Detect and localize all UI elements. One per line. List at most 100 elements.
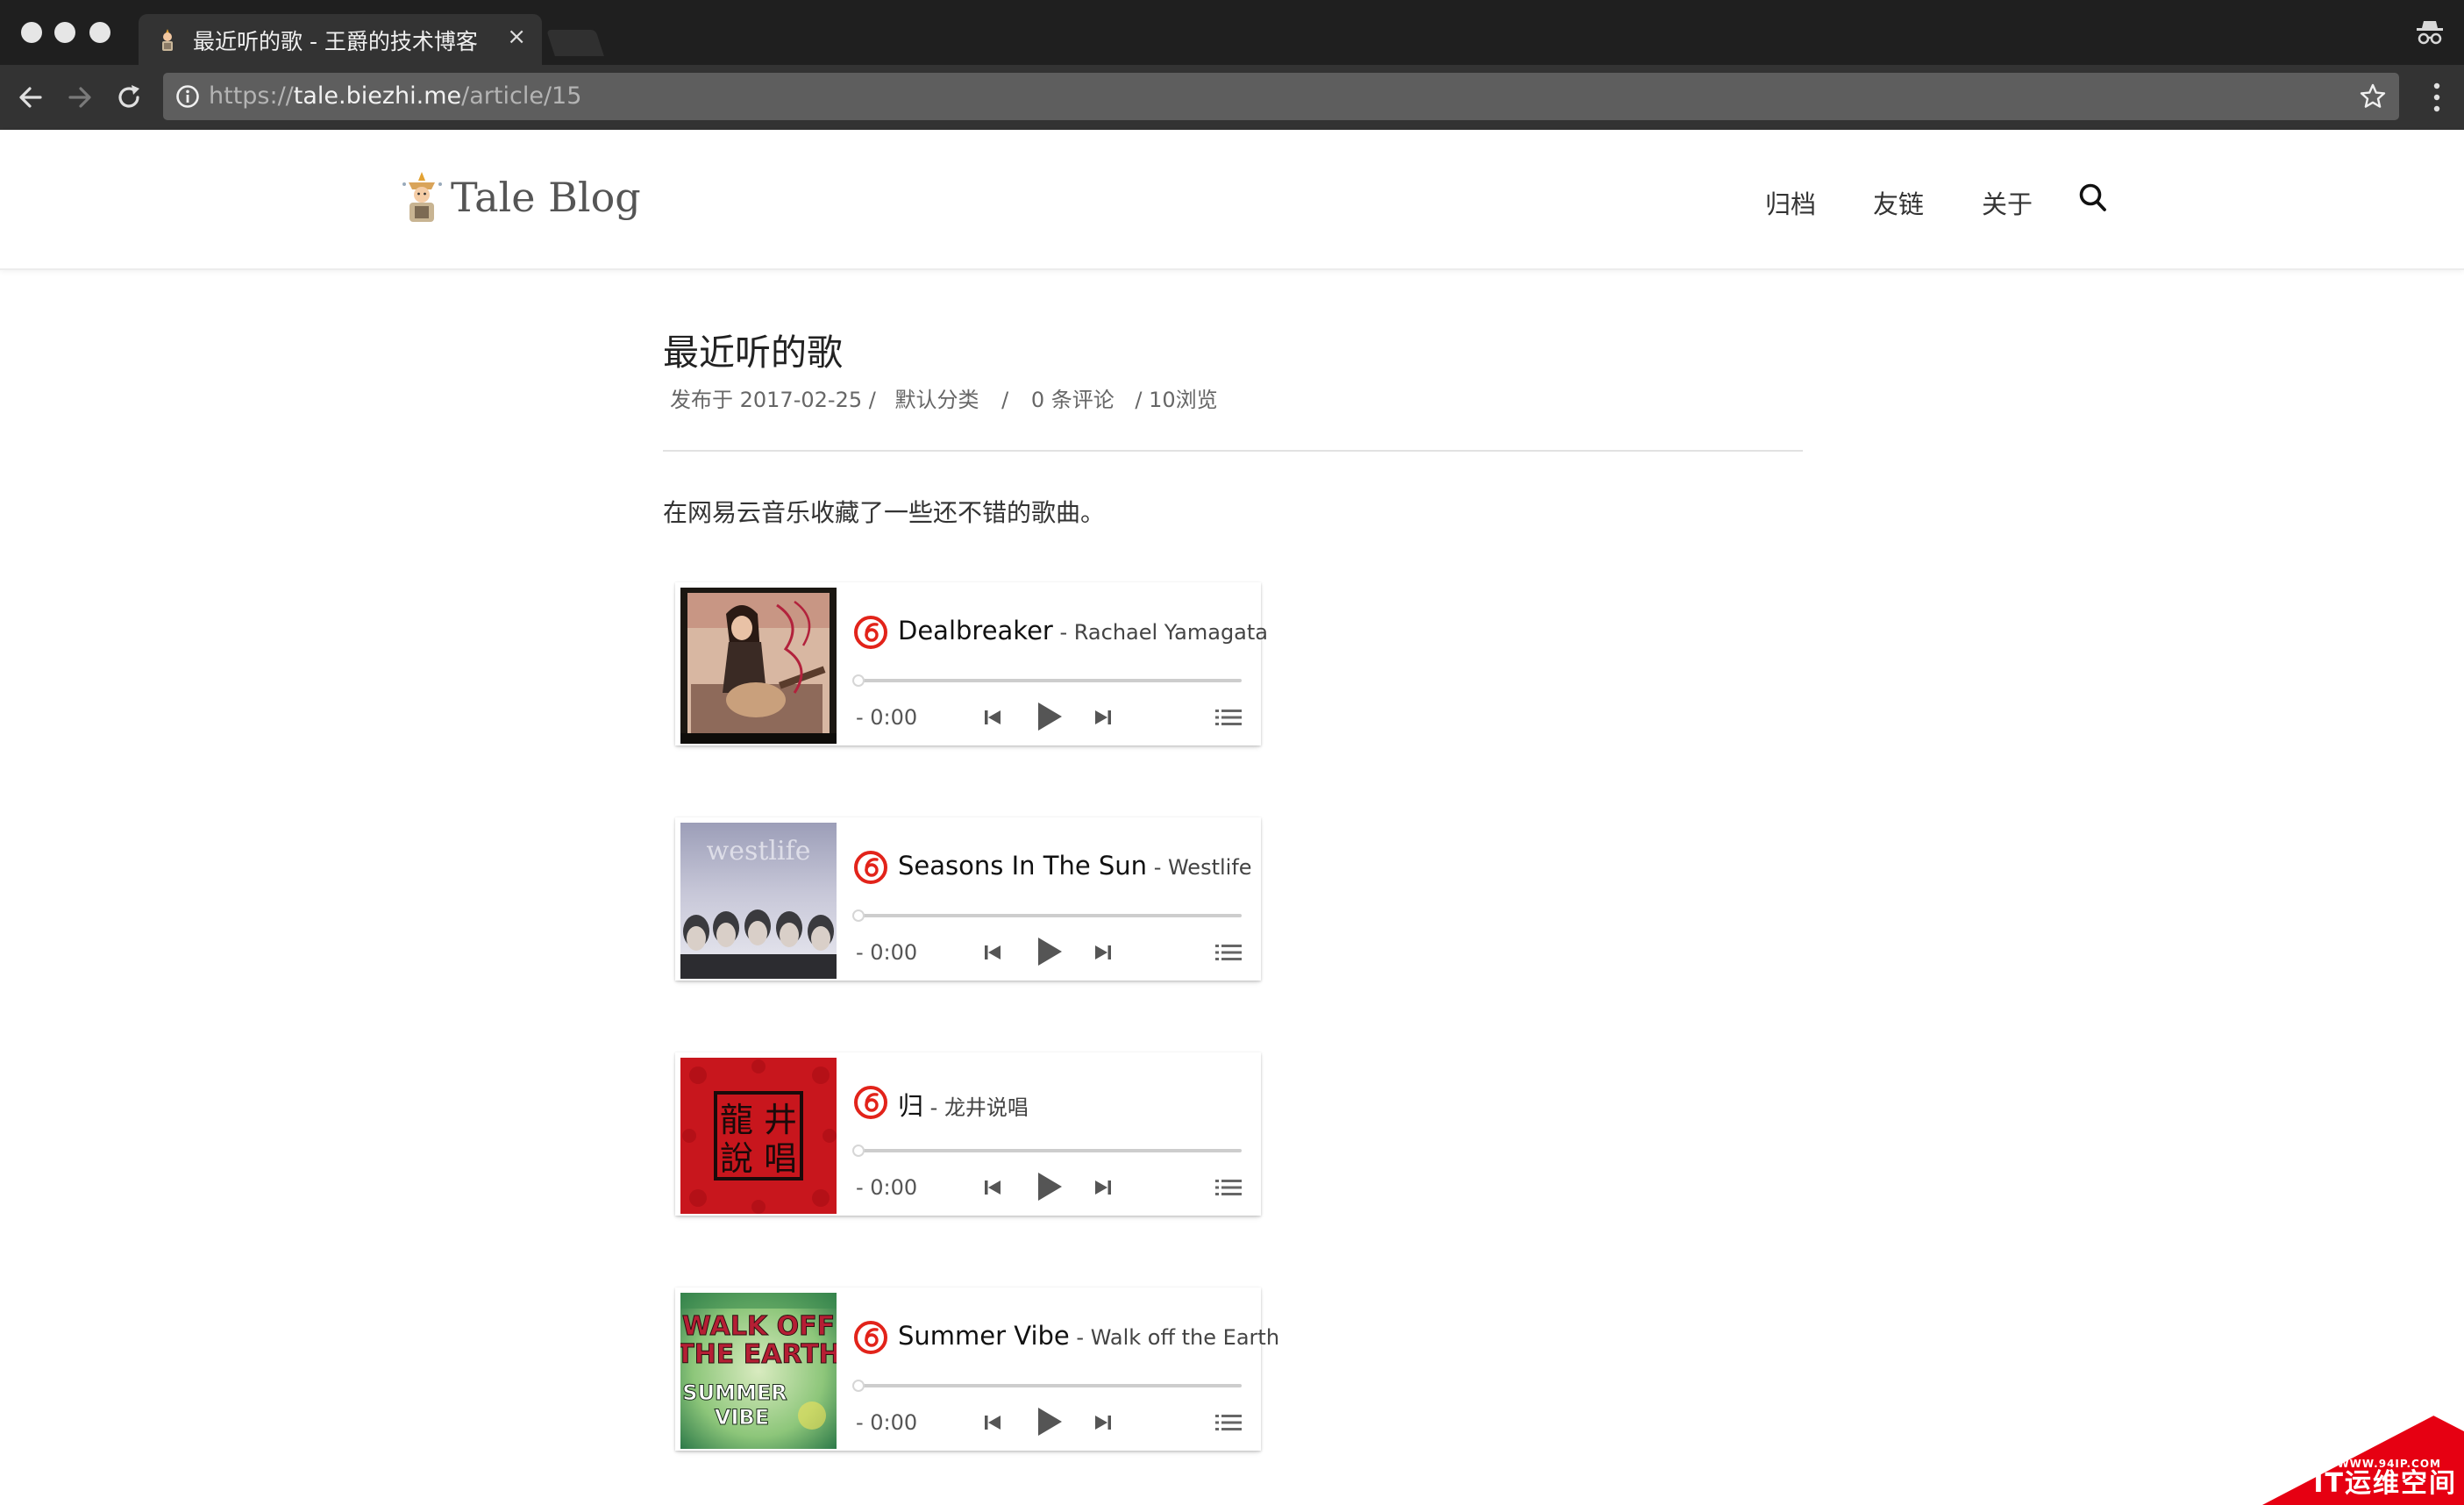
new-tab-button[interactable] <box>546 30 604 56</box>
meta-comments[interactable]: 0 条评论 <box>1031 388 1114 412</box>
album-cover[interactable]: westlife <box>680 823 837 979</box>
progress-bar[interactable] <box>852 1145 1242 1157</box>
star-icon[interactable] <box>2359 82 2387 111</box>
site-logo[interactable]: Tale Blog <box>396 170 641 225</box>
music-player: WALK OFF THE EARTH SUMMER VIBE Summer Vi… <box>675 1287 1279 1451</box>
album-cover-image: WALK OFF THE EARTH SUMMER VIBE <box>680 1293 837 1449</box>
logo-text: Tale Blog <box>451 174 641 221</box>
next-icon[interactable] <box>1093 1412 1114 1433</box>
address-bar[interactable]: https://tale.biezhi.me/article/15 <box>163 73 2399 120</box>
play-icon[interactable] <box>1033 935 1065 968</box>
album-cover[interactable] <box>680 588 837 744</box>
nav-archive-link[interactable]: 归档 <box>1765 184 1816 221</box>
song-artist: 龙井说唱 <box>944 1095 1029 1120</box>
meta-views: / 10浏览 <box>1135 388 1218 412</box>
info-icon[interactable] <box>175 84 200 109</box>
play-icon[interactable] <box>1033 1170 1065 1203</box>
song-name: Summer Vibe <box>898 1321 1070 1351</box>
title-bar: 最近听的歌 - 王爵的技术博客 × <box>0 0 2464 65</box>
cover-line: WALK OFF <box>682 1311 835 1342</box>
album-cover[interactable]: WALK OFF THE EARTH SUMMER VIBE <box>680 1293 837 1449</box>
time-remaining: - 0:00 <box>856 1410 918 1435</box>
meta-separator: / <box>1001 388 1009 412</box>
cover-line: THE EARTH <box>680 1339 837 1370</box>
list-icon[interactable] <box>1215 942 1242 963</box>
back-icon[interactable] <box>14 81 47 114</box>
song-separator: - <box>1147 855 1168 880</box>
song-title-line: Dealbreaker - Rachael Yamagata <box>898 616 1268 646</box>
music-player: 龍 井 說 唱 归 - 龙井说唱 - 0:00 <box>675 1052 1261 1216</box>
watermark: WWW.94IP.COM IT运维空间 <box>2262 1400 2464 1505</box>
song-artist: Westlife <box>1167 855 1252 880</box>
next-icon[interactable] <box>1093 1177 1114 1198</box>
prev-icon[interactable] <box>982 707 1003 728</box>
url-scheme: https:// <box>209 82 294 110</box>
prev-icon[interactable] <box>982 1177 1003 1198</box>
cover-char: 龍 <box>720 1101 753 1139</box>
cover-line: SUMMER <box>682 1380 787 1405</box>
song-separator: - <box>923 1095 944 1120</box>
netease-icon <box>854 1086 887 1119</box>
browser-toolbar: https://tale.biezhi.me/article/15 <box>0 65 2464 130</box>
article-divider <box>663 450 1803 452</box>
progress-bar[interactable] <box>852 909 1242 922</box>
netease-icon <box>854 851 887 884</box>
song-name: Seasons In The Sun <box>898 851 1148 881</box>
album-cover[interactable]: 龍 井 說 唱 <box>680 1058 837 1214</box>
tale-logo-icon <box>402 172 442 222</box>
song-name: Dealbreaker <box>898 616 1053 646</box>
site-header: Tale Blog 归档 友链 关于 <box>0 130 2464 270</box>
watermark-text: IT运维空间 <box>2313 1468 2457 1499</box>
url-path: /article/15 <box>461 82 582 110</box>
song-separator: - <box>1069 1325 1091 1350</box>
meta-published: 发布于 2017-02-25 / <box>670 388 876 412</box>
nav-friends-link[interactable]: 友链 <box>1873 184 1924 221</box>
list-icon[interactable] <box>1215 1412 1242 1433</box>
song-artist: Walk off the Earth <box>1090 1325 1280 1350</box>
minimize-window-button[interactable] <box>54 22 75 43</box>
reload-icon[interactable] <box>112 81 146 114</box>
song-title-line: Seasons In The Sun - Westlife <box>898 851 1252 881</box>
search-icon[interactable] <box>2078 182 2108 214</box>
song-name: 归 <box>898 1091 924 1121</box>
song-separator: - <box>1052 620 1074 645</box>
menu-icon[interactable] <box>2432 81 2441 114</box>
close-window-button[interactable] <box>21 22 42 43</box>
song-artist: Rachael Yamagata <box>1073 620 1269 645</box>
progress-bar[interactable] <box>852 674 1242 687</box>
progress-bar[interactable] <box>852 1380 1242 1392</box>
meta-category[interactable]: 默认分类 <box>894 388 979 412</box>
album-cover-image: westlife <box>680 823 837 979</box>
tab-close-icon[interactable]: × <box>507 24 526 50</box>
url-text[interactable]: https://tale.biezhi.me/article/15 <box>209 82 581 110</box>
tab-title: 最近听的歌 - 王爵的技术博客 <box>193 29 478 54</box>
music-player: Dealbreaker - Rachael Yamagata - 0:00 <box>675 582 1268 745</box>
nav-about-link[interactable]: 关于 <box>1982 184 2033 221</box>
progress-handle[interactable] <box>852 1145 865 1157</box>
song-title-line: 归 - 龙井说唱 <box>898 1086 1029 1123</box>
list-icon[interactable] <box>1215 707 1242 728</box>
play-icon[interactable] <box>1033 1405 1065 1438</box>
netease-icon <box>854 1321 887 1354</box>
cover-char: 井 <box>764 1101 797 1139</box>
tab-active[interactable]: 最近听的歌 - 王爵的技术博客 × <box>139 14 542 65</box>
progress-handle[interactable] <box>852 674 865 687</box>
time-remaining: - 0:00 <box>856 940 918 965</box>
tale-favicon-icon <box>162 29 173 51</box>
play-icon[interactable] <box>1033 700 1065 733</box>
progress-handle[interactable] <box>852 909 865 922</box>
article-intro: 在网易云音乐收藏了一些还不错的歌曲。 <box>663 498 1106 527</box>
prev-icon[interactable] <box>982 942 1003 963</box>
next-icon[interactable] <box>1093 707 1114 728</box>
song-title-line: Summer Vibe - Walk off the Earth <box>898 1321 1279 1351</box>
next-icon[interactable] <box>1093 942 1114 963</box>
prev-icon[interactable] <box>982 1412 1003 1433</box>
forward-icon[interactable] <box>63 81 96 114</box>
list-icon[interactable] <box>1215 1177 1242 1198</box>
cover-line: VIBE <box>715 1405 769 1430</box>
incognito-icon <box>2417 21 2443 45</box>
article-meta: 发布于 2017-02-25 / 默认分类 / 0 条评论 / 10浏览 <box>670 382 1218 413</box>
cover-char: 唱 <box>764 1139 797 1178</box>
progress-handle[interactable] <box>852 1380 865 1392</box>
zoom-window-button[interactable] <box>89 22 110 43</box>
